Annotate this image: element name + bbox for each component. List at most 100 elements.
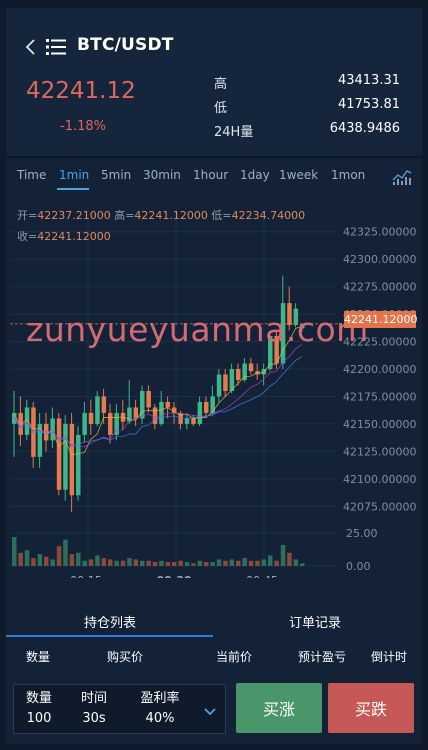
volume-bar [268,555,273,566]
volume-bar [31,558,36,566]
y-tick-label: 42325.00000 [343,226,416,239]
y-tick-label: 42275.00000 [343,281,416,294]
volume-bar [146,560,151,566]
candle-body [165,401,171,408]
col-quantity: 数量 [26,650,51,664]
ohlc-readout: 开=42237.21000 高=42241.12000 低=42234.7400… [17,205,305,247]
trade-params-selector[interactable]: 数量 100 时间 30s 盈利率 40% [13,684,226,734]
volume-bar [159,560,164,566]
candlestick-chart[interactable]: 42325.0000042300.0000042275.0000042250.0… [6,198,422,578]
active-tab-underline [57,188,89,190]
stat-volume-label: 24H量 [214,125,254,140]
volume-bar [274,560,279,566]
volume-bar [24,550,30,566]
volume-bar [76,552,81,566]
candle-body [63,423,68,490]
volume-bar [197,560,203,566]
y-tick-label: 42175.00000 [343,390,416,403]
volume-bar [95,555,100,566]
rate-label: 盈利率 [140,691,180,706]
x-tick-label: 00:45 [246,574,278,578]
candle-body [216,374,222,397]
col-current-price: 当前价 [216,650,253,664]
qty-value: 100 [26,711,52,726]
tab-1week[interactable]: 1week [279,168,318,182]
volume-bar [300,563,305,566]
volume-bar [140,560,145,566]
volume-bar [82,560,87,566]
candle-body [146,390,151,408]
y-tick-label: 42125.00000 [343,445,416,458]
low-value: 42234.74000 [231,209,306,222]
close-label: 收= [17,230,38,243]
chevron-down-icon[interactable] [203,702,217,716]
candle-body [184,418,190,424]
volume-bar [44,556,49,566]
stat-low-value: 41753.81 [337,97,400,112]
list-menu-icon[interactable] [46,39,66,55]
volume-bar [56,546,62,566]
market-header: BTC/USDT 42241.12 -1.18% 高 43413.31 低 41… [6,8,422,156]
candle-body [210,396,215,413]
y-tick-label: 42150.00000 [343,418,416,431]
volume-tick-label: 0.00 [346,560,371,573]
indicator-settings-icon[interactable] [392,166,412,186]
price-change-percent: -1.18% [60,119,106,134]
volume-bar [184,562,190,566]
volume-tick-label: 25.00 [346,527,378,540]
volume-bar [293,559,299,566]
tab-1day[interactable]: 1day [240,168,270,182]
tab-1min[interactable]: 1min [59,168,89,182]
time-value: 30s [82,711,106,726]
candle-body [223,374,228,391]
volume-bar [229,559,235,566]
volume-bar [127,558,132,566]
volume-bar [280,544,286,566]
candle-body [248,363,254,372]
tab-1hour[interactable]: 1hour [193,168,228,182]
volume-bar [255,560,260,566]
volume-bar [133,559,139,566]
stat-high-label: 高 [214,77,228,92]
buy-up-button[interactable]: 买涨 [236,683,322,733]
volume-bar [191,563,196,566]
volume-bar [50,559,55,566]
high-value: 42241.12000 [134,209,208,222]
volume-bar [242,558,247,566]
tab-1mon[interactable]: 1mon [331,168,365,182]
watermark-text: zunyueyuanma.com [26,310,369,349]
volume-bar [12,536,17,566]
volume-bar [101,558,107,566]
tab-positions[interactable]: 持仓列表 [84,612,136,631]
col-estimated-pnl: 预计盈亏 [298,650,347,664]
stat-low-label: 低 [214,101,228,116]
candle-body [101,396,107,413]
buy-down-button[interactable]: 买跌 [328,683,414,733]
tab-time[interactable]: Time [17,168,46,182]
trading-pair-title[interactable]: BTC/USDT [77,35,174,55]
volume-bar [236,560,241,566]
volume-bar [63,539,68,566]
tab-orders[interactable]: 订单记录 [289,612,341,631]
col-countdown: 倒计时 [371,650,408,664]
y-tick-label: 42200.00000 [343,363,416,376]
position-tabs: 持仓列表 订单记录 [6,598,422,638]
x-tick-label: 00:30 [156,574,191,578]
volume-bar [114,560,119,566]
volume-bar [210,562,215,566]
tab-5min[interactable]: 5min [101,168,131,182]
candle-body [133,407,139,419]
stat-high-value: 43413.31 [337,73,400,88]
col-buy-price: 购买价 [107,650,144,664]
volume-bar [88,559,94,566]
open-value: 42237.21000 [37,209,111,222]
volume-bar [172,562,177,566]
candle-body [95,396,100,424]
volume-bar [261,559,267,566]
volume-bar [178,560,183,566]
tab-30min[interactable]: 30min [143,168,181,182]
time-label: 时间 [80,691,107,706]
candle-body [108,412,113,435]
position-tab-underline [6,635,213,637]
back-icon[interactable] [24,38,38,58]
